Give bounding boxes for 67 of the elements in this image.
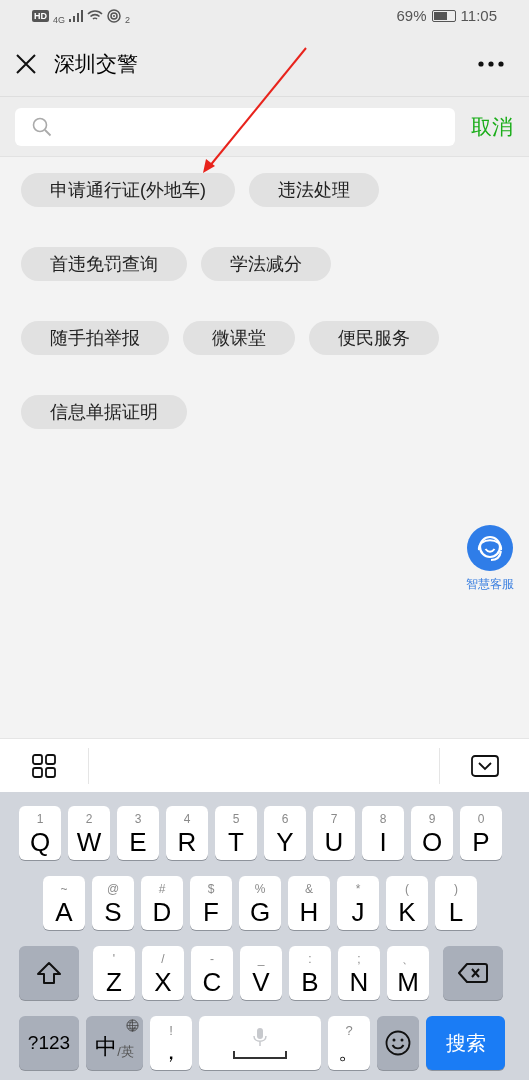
microphone-icon xyxy=(252,1027,268,1047)
space-key[interactable] xyxy=(199,1016,321,1070)
keyboard-key[interactable]: $ F xyxy=(190,876,232,930)
search-icon xyxy=(32,116,52,137)
smiley-icon xyxy=(385,1030,411,1056)
keyboard-key[interactable]: 4 R xyxy=(166,806,208,860)
keyboard-key[interactable]: _ V xyxy=(240,946,282,1000)
keyboard-key[interactable]: / X xyxy=(142,946,184,1000)
hotspot-icon xyxy=(107,9,121,23)
hotspot-label: 2 xyxy=(125,15,131,25)
quick-link-chip[interactable]: 便民服务 xyxy=(309,321,439,355)
clock: 11:05 xyxy=(460,5,497,26)
keyboard-key[interactable]: ! ， xyxy=(150,1016,192,1070)
keyboard-key[interactable]: : B xyxy=(289,946,331,1000)
keyboard-hide-icon[interactable] xyxy=(470,754,499,777)
quick-link-chip[interactable]: 微课堂 xyxy=(183,321,295,355)
keyboard-key[interactable]: 0 P xyxy=(460,806,502,860)
headset-smiley-icon[interactable] xyxy=(467,525,513,571)
keyboard-key[interactable]: 9 O xyxy=(411,806,453,860)
close-icon[interactable] xyxy=(16,54,36,74)
keyboard-key[interactable]: 6 Y xyxy=(264,806,306,860)
keyboard-key[interactable]: * J xyxy=(337,876,379,930)
globe-icon xyxy=(126,1019,139,1032)
quick-link-chip[interactable]: 首违免罚查询 xyxy=(21,247,187,281)
signal-icon xyxy=(69,10,83,22)
keyboard-key[interactable]: & H xyxy=(288,876,330,930)
keyboard-key[interactable]: @ S xyxy=(92,876,134,930)
keyboard-key[interactable]: ( K xyxy=(386,876,428,930)
keyboard-key[interactable]: ' Z xyxy=(93,946,135,1000)
keyboard-key[interactable]: ~ A xyxy=(43,876,85,930)
keyboard-key[interactable]: 7 U xyxy=(313,806,355,860)
quick-link-chip[interactable]: 违法处理 xyxy=(249,173,379,207)
search-field[interactable] xyxy=(15,107,455,146)
assistant-label[interactable]: 智慧客服 xyxy=(466,575,514,593)
keyboard-key[interactable]: ? 。 xyxy=(328,1016,370,1070)
space-bar-icon xyxy=(233,1051,287,1059)
keyboard-key[interactable]: 2 W xyxy=(68,806,110,860)
keyboard-key[interactable]: - C xyxy=(191,946,233,1000)
hd-badge: HD xyxy=(32,10,49,22)
search-key[interactable]: 搜索 xyxy=(426,1016,505,1070)
keyboard-key[interactable]: 、 M xyxy=(387,946,429,1000)
shift-key[interactable] xyxy=(19,946,79,1000)
keyboard-key[interactable]: # D xyxy=(141,876,183,930)
language-key[interactable]: 中/英 xyxy=(86,1016,143,1070)
shift-arrow-icon xyxy=(36,961,62,985)
symbols-key[interactable]: ?123 xyxy=(19,1016,79,1070)
keyboard-key[interactable]: 1 Q xyxy=(19,806,61,860)
grid-icon[interactable] xyxy=(32,753,56,778)
battery-percent: 69% xyxy=(396,5,427,26)
battery-icon xyxy=(431,10,456,22)
quick-link-chip[interactable]: 申请通行证(外地车) xyxy=(21,173,235,207)
keyboard-key[interactable]: 5 T xyxy=(215,806,257,860)
emoji-key[interactable] xyxy=(377,1016,419,1070)
more-icon[interactable] xyxy=(478,61,504,67)
network-label: 4G xyxy=(53,15,65,25)
keyboard-key[interactable]: ; N xyxy=(338,946,380,1000)
backspace-icon xyxy=(458,962,488,984)
quick-link-chip[interactable]: 随手拍举报 xyxy=(21,321,169,355)
wifi-icon xyxy=(87,10,103,22)
keyboard-key[interactable]: 3 E xyxy=(117,806,159,860)
page-title: 深圳交警 xyxy=(54,51,138,78)
backspace-key[interactable] xyxy=(443,946,503,1000)
quick-link-chip[interactable]: 学法减分 xyxy=(201,247,331,281)
keyboard-key[interactable]: 8 I xyxy=(362,806,404,860)
keyboard-key[interactable]: ) L xyxy=(435,876,477,930)
quick-link-chip[interactable]: 信息单据证明 xyxy=(21,395,187,429)
keyboard-key[interactable]: % G xyxy=(239,876,281,930)
